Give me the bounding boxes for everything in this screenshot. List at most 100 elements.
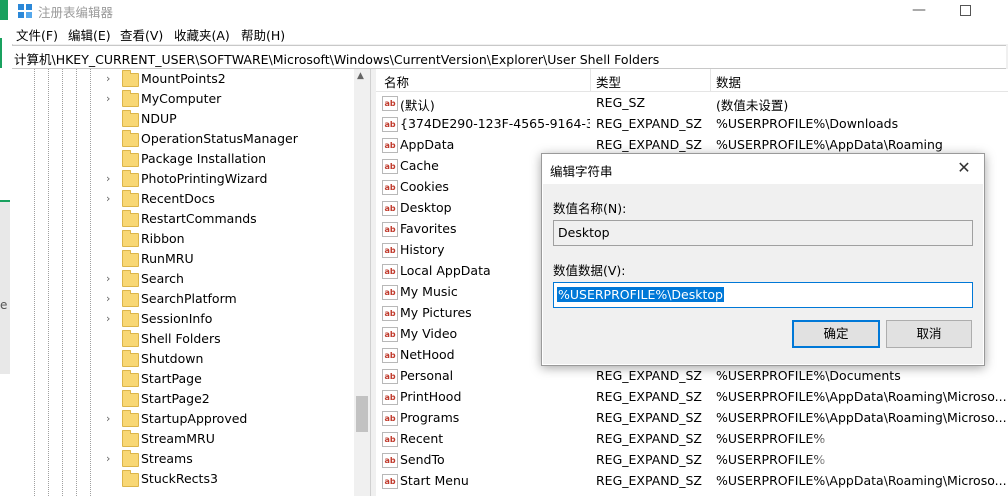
background-accent — [0, 38, 10, 68]
folder-icon — [122, 290, 139, 307]
tree-item-label: StartPage — [141, 371, 202, 386]
tree-item-label: RunMRU — [141, 251, 194, 266]
tree-item[interactable]: › SearchPlatform — [106, 290, 366, 310]
tree-item[interactable]: › SessionInfo — [106, 310, 366, 330]
value-data-input[interactable]: %USERPROFILE%\Desktop — [553, 282, 973, 308]
tree-item-label: Shutdown — [141, 351, 204, 366]
tree-item[interactable]: Shutdown — [106, 350, 366, 370]
close-icon[interactable]: ✕ — [952, 158, 976, 177]
value-row[interactable]: ab PrintHood REG_EXPAND_SZ %USERPROFILE%\Ap… — [376, 387, 1008, 408]
menu-file[interactable]: 文件(F) — [16, 25, 58, 44]
menu-favorites[interactable]: 收藏夹(A) — [174, 25, 230, 44]
tree-item[interactable]: OperationStatusManager — [106, 130, 366, 150]
menu-help[interactable]: 帮助(H) — [241, 25, 285, 44]
menu-bar: 文件(F) 编辑(E) 查看(V) 收藏夹(A) 帮助(H) — [12, 22, 1008, 44]
chevron-right-icon[interactable]: › — [106, 312, 116, 325]
folder-icon — [122, 250, 139, 267]
tree-item[interactable]: StartPage — [106, 370, 366, 390]
background-panel — [0, 200, 10, 374]
tree-item-label: NDUP — [141, 111, 177, 126]
chevron-right-icon[interactable]: › — [106, 92, 116, 105]
tree-item[interactable]: Ribbon — [106, 230, 366, 250]
chevron-right-icon[interactable]: › — [106, 172, 116, 185]
chevron-right-icon[interactable]: › — [106, 452, 116, 465]
scrollbar-thumb[interactable] — [356, 396, 368, 432]
tree-item[interactable]: RunMRU — [106, 250, 366, 270]
tree-item[interactable]: StreamMRU — [106, 430, 366, 450]
value-name-label: 数值名称(N): — [553, 201, 627, 216]
menu-edit[interactable]: 编辑(E) — [68, 25, 111, 44]
folder-icon — [122, 170, 139, 187]
string-value-icon: ab — [382, 117, 398, 132]
tree-item[interactable]: NDUP — [106, 110, 366, 130]
chevron-right-icon[interactable]: › — [106, 72, 116, 85]
chevron-right-icon[interactable]: › — [106, 292, 116, 305]
value-type: REG_EXPAND_SZ — [596, 368, 702, 383]
address-bar[interactable]: 计算机\HKEY_CURRENT_USER\SOFTWARE\Microsoft… — [12, 45, 1006, 69]
folder-icon — [122, 110, 139, 127]
folder-icon — [122, 190, 139, 207]
chevron-right-icon[interactable]: › — [106, 272, 116, 285]
background-glyph: e — [0, 298, 8, 312]
value-row[interactable]: ab Programs REG_EXPAND_SZ %USERPROFILE%\App… — [376, 408, 1008, 429]
tree-item-label: MyComputer — [141, 91, 222, 106]
column-data[interactable]: 数据 — [716, 72, 741, 91]
cancel-button[interactable]: 取消 — [886, 320, 972, 348]
column-name[interactable]: 名称 — [384, 72, 409, 91]
tree-item[interactable]: › Streams — [106, 450, 366, 470]
tree-item[interactable]: RestartCommands — [106, 210, 366, 230]
value-row[interactable]: ab{374DE290-123F-4565-9164-39... REG_EXPA… — [376, 114, 1008, 135]
tree-item[interactable]: StuckRects3 — [106, 470, 366, 490]
tree-item-label: RestartCommands — [141, 211, 257, 226]
ok-button[interactable]: 确定 — [792, 320, 880, 348]
tree-item-label: StartPage2 — [141, 391, 210, 406]
window-title: 注册表编辑器 — [38, 5, 114, 20]
value-name: (默认) — [400, 98, 435, 113]
value-data-text: %USERPROFILE%\Desktop — [557, 287, 724, 302]
tree-item[interactable]: › MountPoints2 — [106, 70, 366, 90]
scroll-up-icon[interactable]: ▲ — [357, 71, 364, 81]
folder-icon — [122, 330, 139, 347]
tree-item[interactable]: › PhotoPrintingWizard — [106, 170, 366, 190]
value-data-label: 数值数据(V): — [553, 263, 626, 278]
tree-item[interactable]: StartPage2 — [106, 390, 366, 410]
tree-item[interactable]: › Search — [106, 270, 366, 290]
string-value-icon: ab — [382, 453, 398, 468]
blurred-overlay — [820, 436, 930, 470]
tree-item[interactable]: Shell Folders — [106, 330, 366, 350]
value-name: Start Menu — [400, 473, 469, 488]
column-type[interactable]: 类型 — [596, 72, 621, 91]
tree-item-label: SearchPlatform — [141, 291, 237, 306]
value-type: REG_EXPAND_SZ — [596, 389, 702, 404]
tree-scrollbar[interactable]: ▲ — [354, 69, 370, 496]
value-row[interactable]: ab Personal REG_EXPAND_SZ %USERPROFILE%\Doc… — [376, 366, 1008, 387]
chevron-right-icon[interactable]: › — [106, 412, 116, 425]
tree-item-label: OperationStatusManager — [141, 131, 298, 146]
value-name: Programs — [400, 410, 460, 425]
string-value-icon: ab — [382, 348, 398, 363]
tree-item[interactable]: Package Installation — [106, 150, 366, 170]
column-divider[interactable] — [710, 69, 711, 91]
value-data: %USERPROFILE%\Documents — [716, 368, 901, 383]
list-header: 名称 类型 数据 — [376, 69, 1008, 92]
registry-tree[interactable]: › MountPoints2 › MyComputer NDUP OperationSta… — [12, 69, 370, 496]
edit-string-dialog: 编辑字符串 ✕ 数值名称(N): Desktop 数值数据(V): %USERP… — [541, 153, 985, 366]
string-value-icon: ab — [382, 264, 398, 279]
tree-guide-line — [48, 69, 49, 496]
value-row[interactable]: ab (默认) REG_SZ (数值未设置) — [376, 93, 1008, 114]
menu-view[interactable]: 查看(V) — [120, 25, 163, 44]
tree-guide-line — [34, 69, 35, 496]
string-value-icon: ab — [382, 474, 398, 489]
tree-item[interactable]: › MyComputer — [106, 90, 366, 110]
value-name: Personal — [400, 368, 454, 383]
value-row[interactable]: ab Start Menu REG_EXPAND_SZ %USERPROFILE%\A… — [376, 471, 1008, 492]
chevron-right-icon[interactable]: › — [106, 192, 116, 205]
tree-item[interactable]: › RecentDocs — [106, 190, 366, 210]
folder-icon — [122, 410, 139, 427]
title-bar: 注册表编辑器 — — [12, 0, 1008, 22]
minimize-button[interactable]: — — [896, 0, 942, 22]
maximize-button[interactable] — [942, 0, 988, 22]
column-divider[interactable] — [590, 69, 591, 91]
tree-item[interactable]: › StartupApproved — [106, 410, 366, 430]
folder-icon — [122, 270, 139, 287]
